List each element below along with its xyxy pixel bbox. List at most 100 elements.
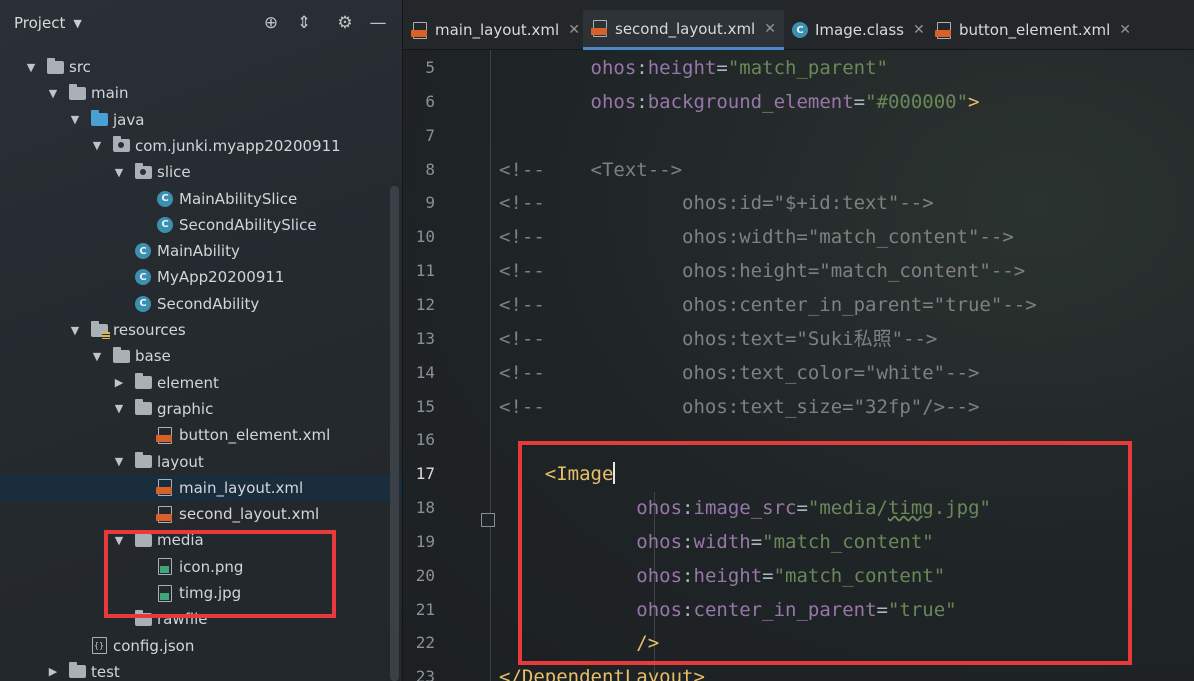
tree-item[interactable]: ▶ element xyxy=(0,370,402,396)
code-line: ohos:width="match_content" xyxy=(499,530,934,554)
chevron-down-icon[interactable]: ▼ xyxy=(73,17,81,30)
tree-item[interactable]: ▼ media xyxy=(0,527,402,553)
code-line: <!-- <Text--> xyxy=(499,158,682,182)
tree-item[interactable]: C MainAbilitySlice xyxy=(0,186,402,212)
folder-icon xyxy=(112,346,130,365)
line-number: 9 xyxy=(425,193,435,213)
code-token: ohos xyxy=(590,57,637,79)
tree-item[interactable]: second_layout.xml xyxy=(0,501,402,527)
tree-item[interactable]: ▼ java xyxy=(0,107,402,133)
editor-tab[interactable]: second_layout.xml ✕ xyxy=(583,10,784,50)
collapsed-arrow-icon[interactable]: ▶ xyxy=(112,376,126,389)
tree-item[interactable]: ▼ layout xyxy=(0,449,402,475)
image-file-icon xyxy=(156,558,174,576)
line-number: 17 xyxy=(415,464,435,484)
project-panel-header: Project ▼ ⊕ ⇕ ⚙ — xyxy=(0,0,402,46)
gear-icon[interactable]: ⚙ xyxy=(334,12,356,34)
tree-item[interactable]: {} config.json xyxy=(0,633,402,659)
locate-icon[interactable]: ⊕ xyxy=(260,12,282,34)
folder-icon xyxy=(134,373,152,392)
code-line: ohos:height="match_content" xyxy=(499,564,945,588)
code-token: "match_content" xyxy=(762,530,934,553)
class-icon: C xyxy=(156,190,174,208)
tree-item-label: timg.jpg xyxy=(179,584,242,602)
code-token: <!-- ohos:id="$+id:text"--> xyxy=(499,192,934,215)
tree-item-label: main xyxy=(91,84,129,103)
expanded-arrow-icon[interactable]: ▼ xyxy=(112,166,126,179)
code-token: <!-- ohos:text_color="white"--> xyxy=(499,361,980,384)
expanded-arrow-icon[interactable]: ▼ xyxy=(68,324,82,337)
tree-item[interactable]: main_layout.xml xyxy=(0,474,402,501)
code-token: : xyxy=(682,497,694,520)
code-token: = xyxy=(853,90,866,113)
tree-item[interactable]: timg.jpg xyxy=(0,580,402,606)
code-token: <!-- ohos:width="match_content"--> xyxy=(499,226,1014,249)
tree-item[interactable]: icon.png xyxy=(0,554,402,580)
expanded-arrow-icon[interactable]: ▼ xyxy=(68,113,82,126)
class-icon: C xyxy=(134,242,152,260)
code-line: <!-- ohos:id="$+id:text"--> xyxy=(499,191,934,215)
close-tab-icon[interactable]: ✕ xyxy=(913,22,925,38)
expanded-arrow-icon[interactable]: ▼ xyxy=(24,61,38,74)
close-tab-icon[interactable]: ✕ xyxy=(764,21,776,37)
package-icon xyxy=(134,162,152,181)
code-token: = xyxy=(716,57,728,79)
tree-item-label: base xyxy=(135,347,171,366)
tree-item[interactable]: C SecondAbility xyxy=(0,291,402,317)
close-tab-icon[interactable]: ✕ xyxy=(1119,22,1131,38)
expanded-arrow-icon[interactable]: ▼ xyxy=(112,455,126,468)
tree-item[interactable]: ▼ resources xyxy=(0,317,402,343)
code-area[interactable]: ohos:height="match_parent" ohos:backgrou… xyxy=(499,50,1194,681)
tree-item-label: MyApp20200911 xyxy=(157,268,285,287)
project-view-selector[interactable]: Project xyxy=(14,14,65,32)
folder-icon xyxy=(68,83,86,102)
tree-item[interactable]: rawfile xyxy=(0,606,402,632)
tree-item[interactable]: C MyApp20200911 xyxy=(0,264,402,290)
tree-item[interactable]: ▼ main xyxy=(0,80,402,106)
expanded-arrow-icon[interactable]: ▼ xyxy=(46,87,60,100)
tree-item[interactable]: ▼ src xyxy=(0,54,402,80)
code-token: width xyxy=(693,530,751,553)
tree-item[interactable]: ▼ slice xyxy=(0,159,402,185)
close-tab-icon[interactable]: ✕ xyxy=(568,22,580,38)
collapsed-arrow-icon[interactable]: ▶ xyxy=(46,665,60,678)
tree-item-label: layout xyxy=(157,452,204,471)
xml-file-icon xyxy=(591,20,609,38)
tab-label: Image.class xyxy=(815,21,904,39)
expanded-arrow-icon[interactable]: ▼ xyxy=(90,139,104,152)
tree-item[interactable]: ▶ test xyxy=(0,659,402,681)
collapse-all-icon[interactable]: ⇕ xyxy=(293,12,315,34)
code-token: "match_content" xyxy=(773,564,946,587)
tree-item[interactable]: ▼ base xyxy=(0,343,402,369)
code-line: ohos:height="match_parent" xyxy=(499,56,888,80)
code-token: <!-- ohos:height="match_content"--> xyxy=(499,260,1026,283)
code-line: <!-- ohos:text_size="32fp"/>--> xyxy=(499,395,979,419)
editor-tab[interactable]: button_element.xml ✕ xyxy=(927,10,1139,50)
expanded-arrow-icon[interactable]: ▼ xyxy=(112,534,126,547)
tree-item[interactable]: ▼ com.junki.myapp20200911 xyxy=(0,133,402,159)
code-token: height xyxy=(693,564,763,587)
minimize-icon[interactable]: — xyxy=(367,12,389,34)
line-number: 12 xyxy=(415,294,435,314)
tree-item-label: SecondAbilitySlice xyxy=(179,215,317,234)
tree-scrollbar[interactable] xyxy=(390,186,399,681)
expanded-arrow-icon[interactable]: ▼ xyxy=(90,350,104,363)
tree-item[interactable]: ▼ graphic xyxy=(0,396,402,422)
code-token: = xyxy=(796,497,808,520)
tree-item[interactable]: C MainAbility xyxy=(0,238,402,264)
tree-item-label: config.json xyxy=(113,636,195,655)
tree-item[interactable]: C SecondAbilitySlice xyxy=(0,212,402,238)
fold-marker-icon[interactable] xyxy=(481,513,495,527)
folder-icon xyxy=(134,609,152,628)
editor-tab[interactable]: main_layout.xml ✕ xyxy=(403,10,588,50)
editor-tab[interactable]: C Image.class ✕ xyxy=(783,10,933,50)
tree-item[interactable]: button_element.xml xyxy=(0,422,402,448)
expanded-arrow-icon[interactable]: ▼ xyxy=(112,402,126,415)
code-line: <Image xyxy=(499,462,616,486)
xml-file-icon xyxy=(156,505,174,523)
